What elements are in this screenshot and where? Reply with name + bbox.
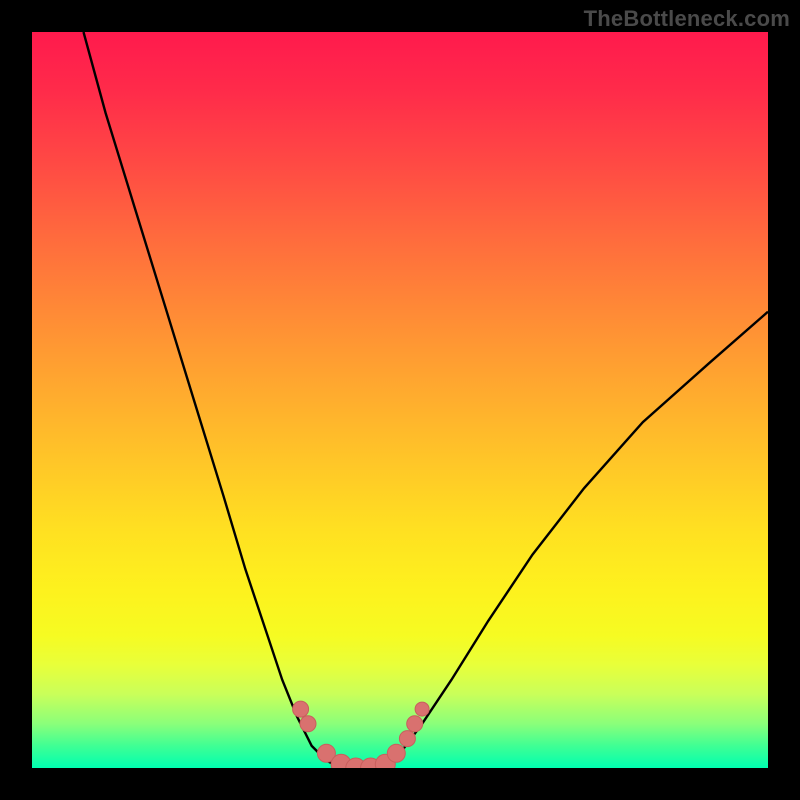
watermark-text: TheBottleneck.com — [584, 6, 790, 32]
marker-dot — [407, 716, 423, 732]
curve-right-branch — [385, 312, 768, 768]
chart-svg — [32, 32, 768, 768]
marker-dot — [300, 716, 316, 732]
marker-dot — [399, 731, 415, 747]
marker-dot — [415, 702, 429, 716]
plot-area — [32, 32, 768, 768]
marker-dot — [293, 701, 309, 717]
marker-dots — [293, 701, 430, 768]
curve-left-branch — [84, 32, 342, 768]
marker-dot — [387, 744, 405, 762]
outer-frame: TheBottleneck.com — [0, 0, 800, 800]
